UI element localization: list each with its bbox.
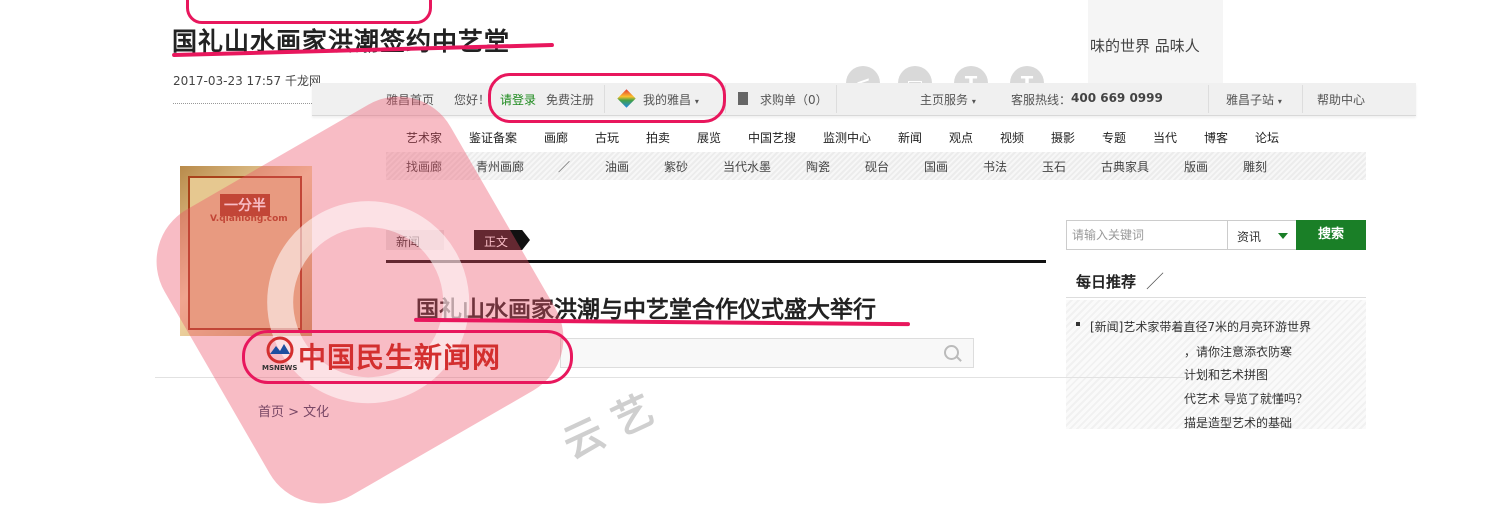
subnav-divider: ／ <box>558 160 571 174</box>
search-type-select[interactable]: 资讯 <box>1227 221 1298 249</box>
nav-item[interactable]: 画廊 <box>544 129 568 146</box>
subnav-item[interactable]: 油画 <box>605 158 629 175</box>
nav-item[interactable]: 视频 <box>1000 129 1024 146</box>
main-service-menu[interactable]: 主页服务 ▾ <box>920 91 976 108</box>
chevron-down-icon: ▾ <box>971 97 976 106</box>
bullet-icon <box>1076 322 1080 326</box>
nav-item[interactable]: 监测中心 <box>823 129 871 146</box>
top-bar: 雅昌首页 您好！ 请登录 免费注册 我的雅昌 ▾ 求购单（0） 主页服务 ▾ 客… <box>312 83 1416 116</box>
subnav-item[interactable]: 紫砂 <box>664 158 688 175</box>
recommend-heading: 每日推荐 <box>1076 273 1137 291</box>
nav-item[interactable]: 展览 <box>697 129 721 146</box>
purchase-list-link[interactable]: 求购单（0） <box>760 91 828 108</box>
subnav-item[interactable]: 雕刻 <box>1243 158 1267 175</box>
right-background-snippet: 味的世界 品味人 <box>1090 37 1200 55</box>
main-service-label: 主页服务 <box>920 93 969 107</box>
recommend-item[interactable]: 描是造型艺术的基础 <box>1184 414 1292 431</box>
document-icon <box>738 92 748 105</box>
background-article-meta: 2017-03-23 17:57 千龙网 <box>173 72 321 89</box>
subsites-menu[interactable]: 雅昌子站 ▾ <box>1226 91 1282 108</box>
nav-item[interactable]: 中国艺搜 <box>748 129 796 146</box>
subnav-item[interactable]: 青州画廊 <box>476 158 524 175</box>
nav-item[interactable]: 鉴证备案 <box>469 129 517 146</box>
search-type-label: 资讯 <box>1237 230 1262 244</box>
background-search-bar[interactable] <box>560 338 974 368</box>
nav-item[interactable]: 拍卖 <box>646 129 670 146</box>
recommend-item[interactable]: 计划和艺术拼图 <box>1184 366 1268 383</box>
nav-item[interactable]: 古玩 <box>595 129 619 146</box>
recommend-item[interactable]: 代艺术 导览了就懂吗？ <box>1184 390 1308 407</box>
separator <box>836 85 837 113</box>
recommend-item[interactable]: [新闻]艺术家带着直径7米的月亮环游世界 <box>1090 318 1311 335</box>
primary-nav: 艺术家 鉴证备案 画廊 古玩 拍卖 展览 中国艺搜 监测中心 新闻 观点 视频 … <box>386 124 1366 148</box>
nav-item[interactable]: 当代 <box>1153 129 1177 146</box>
chevron-down-icon: ▾ <box>1277 97 1282 106</box>
annotation-circle <box>242 330 573 384</box>
subsites-label: 雅昌子站 <box>1226 93 1275 107</box>
nav-item[interactable]: 论坛 <box>1255 129 1279 146</box>
subnav-item[interactable]: 砚台 <box>865 158 889 175</box>
annotation-circle <box>186 0 432 24</box>
hotline-number: 400 669 0999 <box>1071 91 1163 105</box>
nav-item[interactable]: 新闻 <box>898 129 922 146</box>
subnav-item[interactable]: 国画 <box>924 158 948 175</box>
recommend-slash: ／ <box>1146 272 1164 293</box>
separator <box>1208 85 1209 113</box>
separator <box>1302 85 1303 113</box>
subnav-item[interactable]: 陶瓷 <box>806 158 830 175</box>
watermark-text: 云 艺 <box>556 386 661 469</box>
subnav-item[interactable]: 玉石 <box>1042 158 1066 175</box>
hotline-label: 客服热线： <box>1011 93 1072 107</box>
subnav-item[interactable]: 当代水墨 <box>723 158 771 175</box>
search-icon[interactable] <box>944 345 959 360</box>
nav-item[interactable]: 博客 <box>1204 129 1228 146</box>
annotation-circle <box>488 73 726 123</box>
nav-item[interactable]: 观点 <box>949 129 973 146</box>
recommend-item[interactable]: ，请你注意添衣防寒 <box>1184 343 1292 360</box>
caret-down-icon <box>1278 233 1288 239</box>
search-button[interactable]: 搜索 <box>1296 220 1366 250</box>
help-center-link[interactable]: 帮助中心 <box>1317 91 1365 108</box>
recommend-divider <box>1066 297 1366 298</box>
subnav-item[interactable]: 版画 <box>1184 158 1208 175</box>
secondary-nav: 找画廊 青州画廊 ／ 油画 紫砂 当代水墨 陶瓷 砚台 国画 书法 玉石 古典家… <box>386 152 1366 180</box>
subnav-item[interactable]: 书法 <box>983 158 1007 175</box>
nav-item[interactable]: 专题 <box>1102 129 1126 146</box>
nav-item[interactable]: 摄影 <box>1051 129 1075 146</box>
article-date: 2017-03-23 17:57 <box>173 74 282 88</box>
greeting-text: 您好！ <box>454 93 491 107</box>
search-input[interactable] <box>1067 221 1237 249</box>
subnav-item[interactable]: 古典家具 <box>1101 158 1149 175</box>
